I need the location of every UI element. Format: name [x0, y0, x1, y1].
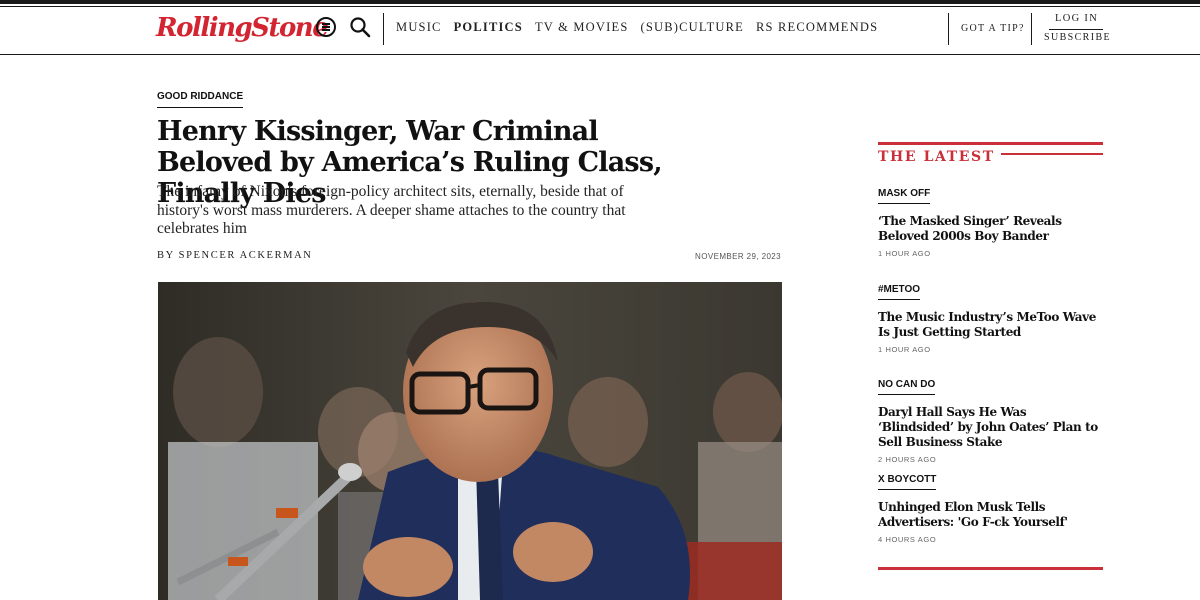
latest-item-time: 4 HOURS AGO [878, 535, 937, 544]
header-divider [1031, 13, 1032, 45]
subscribe-link[interactable]: SUBSCRIBE [1044, 32, 1111, 43]
nav-music[interactable]: MUSIC [396, 20, 442, 35]
latest-item-headline[interactable]: ‘The Masked Singer’ Reveals Beloved 2000… [878, 214, 1103, 244]
latest-item-tag[interactable]: X BOYCOTT [878, 474, 937, 490]
got-a-tip-link[interactable]: GOT A TIP? [961, 23, 1025, 34]
author-link[interactable]: SPENCER ACKERMAN [179, 250, 313, 261]
latest-item-tag[interactable]: MASK OFF [878, 188, 931, 204]
latest-item-tag[interactable]: NO CAN DO [878, 379, 936, 395]
sidebar-top-rule [878, 142, 1103, 145]
latest-item-time: 2 HOURS AGO [878, 455, 937, 464]
nav-subculture[interactable]: (SUB)CULTURE [640, 20, 744, 35]
login-link[interactable]: LOG IN [1055, 13, 1098, 24]
latest-item-time: 1 HOUR AGO [878, 345, 931, 354]
latest-item[interactable]: MASK OFF ‘The Masked Singer’ Reveals Bel… [878, 183, 1103, 258]
article-kicker[interactable]: GOOD RIDDANCE [157, 91, 244, 108]
nav-politics[interactable]: POLITICS [454, 20, 523, 35]
article-byline: BY SPENCER ACKERMAN [157, 250, 312, 261]
login-divider [1049, 29, 1103, 30]
latest-item[interactable]: NO CAN DO Daryl Hall Says He Was ‘Blinds… [878, 374, 1103, 464]
search-icon[interactable] [349, 16, 371, 38]
header-divider [383, 13, 384, 45]
top-rule [0, 0, 1200, 4]
main-nav: MUSIC POLITICS TV & MOVIES (SUB)CULTURE … [396, 20, 890, 35]
nav-tv-movies[interactable]: TV & MOVIES [535, 20, 629, 35]
byline-prefix: BY [157, 250, 175, 261]
latest-item-tag[interactable]: #METOO [878, 284, 921, 300]
latest-item-time: 1 HOUR AGO [878, 249, 931, 258]
latest-item-headline[interactable]: Unhinged Elon Musk Tells Advertisers: 'G… [878, 500, 1103, 530]
hero-photo [158, 282, 782, 600]
site-logo[interactable]: RollingStone [156, 13, 329, 43]
latest-item-headline[interactable]: The Music Industry’s MeToo Wave Is Just … [878, 310, 1103, 340]
sidebar-bottom-rule [878, 567, 1103, 570]
article-date: NOVEMBER 29, 2023 [695, 252, 781, 261]
hero-image [158, 282, 782, 600]
site-header: RollingStone MUSIC POLITICS TV & MOVIES … [0, 7, 1200, 55]
menu-icon[interactable] [316, 17, 336, 37]
article-dek: The infamy of Nixon's foreign-policy arc… [157, 183, 626, 237]
sidebar-title-rule [994, 153, 1103, 155]
latest-item[interactable]: #METOO The Music Industry’s MeToo Wave I… [878, 279, 1103, 354]
latest-item[interactable]: X BOYCOTT Unhinged Elon Musk Tells Adver… [878, 469, 1103, 544]
latest-item-headline[interactable]: Daryl Hall Says He Was ‘Blindsided’ by J… [878, 405, 1103, 450]
sidebar-title: THE LATEST [878, 149, 1001, 165]
nav-rs-recommends[interactable]: RS RECOMMENDS [756, 20, 878, 35]
header-divider [948, 13, 949, 45]
